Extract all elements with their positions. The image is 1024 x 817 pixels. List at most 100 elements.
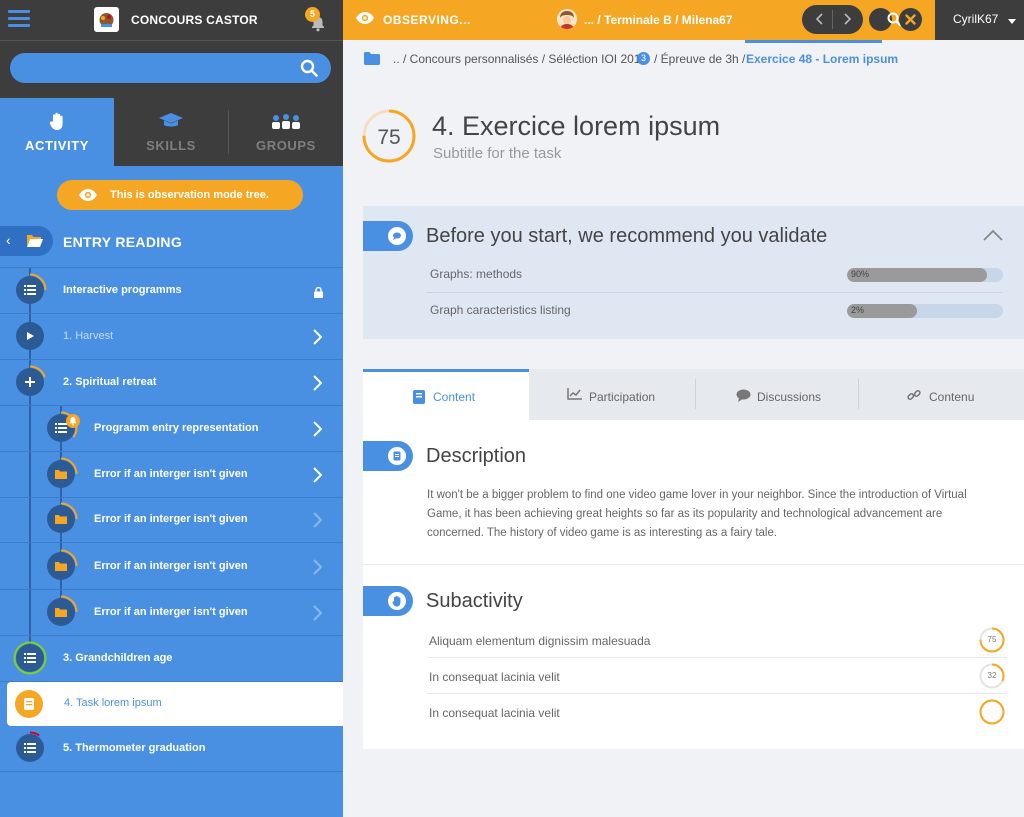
content-tabs: Content Participation Discussions Conten… xyxy=(363,369,1024,420)
tab-content-label: Content xyxy=(433,390,476,404)
chevron-right-icon[interactable] xyxy=(312,559,322,575)
username: CyrilK67 xyxy=(953,12,999,26)
notification-badge: 5 xyxy=(305,7,320,22)
description-body: It won't be a bigger problem to find one… xyxy=(427,489,967,539)
chevron-right-icon[interactable] xyxy=(312,375,322,391)
progress-ring xyxy=(13,273,47,307)
description-title: Description xyxy=(426,445,527,467)
observing-label: OBSERVING... xyxy=(383,13,471,27)
prerequisite-progress: 2% xyxy=(847,304,1003,318)
subactivity-score: 75 xyxy=(979,627,1005,653)
tree-item[interactable]: Error if an interger isn't given xyxy=(0,544,343,590)
menu-icon[interactable] xyxy=(8,10,32,30)
prerequisite-row[interactable]: Graph caracteristics listing 2% xyxy=(426,293,1003,329)
subactivity-score-value: 75 xyxy=(987,635,997,644)
chevron-right-icon[interactable] xyxy=(312,605,322,621)
chevron-up-icon[interactable] xyxy=(982,228,1004,242)
tab-contenu-label: Contenu xyxy=(929,390,975,404)
activity-sidebar: CONCOURS CASTOR 5 ACTIVITY SKILLS GROUPS… xyxy=(0,0,343,817)
document-icon xyxy=(15,690,43,718)
tab-participation[interactable]: Participation xyxy=(529,369,695,420)
tab-skills[interactable]: SKILLS xyxy=(114,98,228,166)
user-menu[interactable]: CyrilK67 xyxy=(935,0,1024,40)
observed-user-path[interactable]: ... / Terminale B / Milena67 xyxy=(584,13,733,27)
chevron-left-icon: ‹ xyxy=(6,232,11,248)
close-icon xyxy=(905,14,916,25)
tab-contenu[interactable]: Contenu xyxy=(859,369,1024,420)
graduation-cap-icon xyxy=(159,113,183,127)
entry-title: ENTRY READING xyxy=(63,234,183,250)
back-button[interactable]: ‹ xyxy=(0,226,53,256)
book-icon xyxy=(413,390,425,404)
tab-participation-label: Participation xyxy=(589,390,656,404)
breadcrumb: .. / Concours personnalisés / Séléction … xyxy=(363,50,1013,68)
observation-banner: This is observation mode tree. xyxy=(57,180,303,210)
close-observation-button[interactable] xyxy=(899,8,922,31)
tab-discussions-label: Discussions xyxy=(757,390,822,404)
divider xyxy=(363,564,1024,565)
subactivity-name: In consequat lacinia velit xyxy=(429,670,560,684)
progress-ring xyxy=(44,595,78,629)
prerequisite-row[interactable]: Graphs: methods 90% xyxy=(426,257,1003,293)
chevron-right-icon[interactable] xyxy=(312,467,322,483)
subactivity-row[interactable]: Aliquam elementum dignissim malesuada 75 xyxy=(427,622,1007,658)
chevron-right-icon[interactable] xyxy=(312,421,322,437)
tree-item-label: 5. Thermometer graduation xyxy=(63,742,206,754)
tab-groups[interactable]: GROUPS xyxy=(229,98,343,166)
observation-banner-text: This is observation mode tree. xyxy=(110,189,269,201)
tree-node xyxy=(13,365,47,399)
tab-discussions[interactable]: Discussions xyxy=(696,369,858,420)
chat-icon xyxy=(388,227,406,245)
tree-node xyxy=(13,273,47,307)
breadcrumb-badge: 3 xyxy=(637,52,650,65)
chart-icon xyxy=(567,388,582,400)
app-title: CONCOURS CASTOR xyxy=(131,13,258,27)
tree-item[interactable]: Error if an interger isn't given xyxy=(0,590,343,636)
tree-item-label: Error if an interger isn't given xyxy=(94,468,248,480)
breadcrumb-item[interactable]: / Épreuve de 3h / xyxy=(654,52,745,66)
tree-item[interactable]: Programm entry representation xyxy=(0,406,343,452)
chevron-left-icon[interactable] xyxy=(813,12,827,26)
folder-icon[interactable] xyxy=(364,52,380,65)
link-icon xyxy=(907,390,921,400)
breadcrumb-path[interactable]: .. / Concours personnalisés / Séléction … xyxy=(393,52,647,66)
chat-icon xyxy=(736,389,751,402)
tab-groups-label: GROUPS xyxy=(256,138,316,153)
chevron-right-icon[interactable] xyxy=(312,512,322,528)
tree-item[interactable]: 4. Task lorem ipsum xyxy=(7,682,343,726)
search-input[interactable] xyxy=(10,53,331,83)
tree-item-label: Programm entry representation xyxy=(94,422,259,434)
chevron-right-icon[interactable] xyxy=(312,329,322,345)
subactivity-row[interactable]: In consequat lacinia velit xyxy=(427,694,1007,730)
prerequisite-name: Graph caracteristics listing xyxy=(430,303,571,317)
tree-node xyxy=(44,502,78,536)
section-tag xyxy=(363,221,413,251)
tree-item-label: 4. Task lorem ipsum xyxy=(64,697,162,709)
tree-item[interactable]: 3. Grandchildren age xyxy=(0,636,343,682)
tree-node xyxy=(44,595,78,629)
search-icon[interactable] xyxy=(300,59,318,77)
user-navigation xyxy=(802,5,863,34)
progress-ring xyxy=(13,731,47,765)
tree-item[interactable]: Interactive programms xyxy=(0,268,343,314)
subactivity-row[interactable]: In consequat lacinia velit 32 xyxy=(427,658,1007,694)
tree-item[interactable]: 1. Harvest xyxy=(0,314,343,360)
tree-item[interactable]: 2. Spiritual retreat xyxy=(0,360,343,406)
search-button[interactable] xyxy=(869,8,902,31)
eye-icon xyxy=(356,12,374,24)
chevron-right-icon[interactable] xyxy=(840,12,854,26)
tab-content[interactable]: Content xyxy=(363,369,529,420)
tree-item[interactable]: 5. Thermometer graduation xyxy=(0,726,343,772)
subactivity-name: In consequat lacinia velit xyxy=(429,706,560,720)
castor-logo xyxy=(94,7,119,32)
progress-ring xyxy=(44,457,78,491)
page-title: 4. Exercice lorem ipsum xyxy=(432,111,721,141)
progress-value: 90% xyxy=(851,269,870,279)
page-subtitle: Subtitle for the task xyxy=(433,145,562,162)
tree-item[interactable]: Error if an interger isn't given xyxy=(0,497,343,543)
tab-activity[interactable]: ACTIVITY xyxy=(0,98,114,166)
tree-item[interactable]: Error if an interger isn't given xyxy=(0,452,343,498)
tree-node xyxy=(15,690,43,718)
prerequisites-title: Before you start, we recommend you valid… xyxy=(426,225,828,247)
tree-item-label: 1. Harvest xyxy=(63,330,114,342)
